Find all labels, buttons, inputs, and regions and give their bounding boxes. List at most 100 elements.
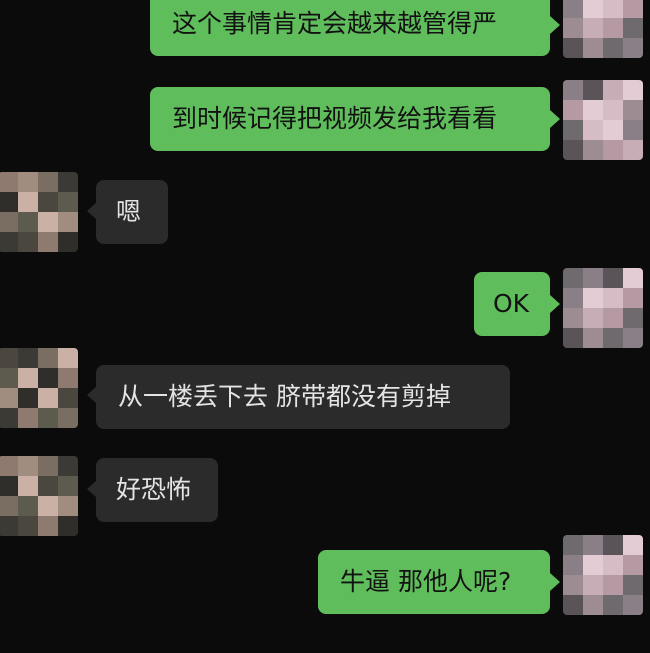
avatar-mosaic-tile (563, 100, 583, 120)
avatar-mosaic-tile (623, 328, 643, 348)
avatar-mosaic-tile (58, 456, 78, 476)
avatar-mosaic-tile (563, 18, 583, 38)
avatar-mosaic-tile (58, 192, 78, 212)
blurred-avatar-icon[interactable] (563, 268, 643, 348)
message-bubble-outgoing[interactable]: OK (474, 272, 550, 336)
avatar-mosaic-tile (0, 496, 18, 516)
avatar-mosaic-tile (583, 555, 603, 575)
avatar-mosaic-tile (0, 192, 18, 212)
avatar-mosaic-tile (563, 288, 583, 308)
blurred-avatar-icon[interactable] (563, 80, 643, 160)
bubble-tail (550, 16, 560, 34)
message-bubble-outgoing[interactable]: 到时候记得把视频发给我看看 (150, 87, 550, 151)
message-text: 嗯 (116, 197, 142, 226)
avatar-mosaic-tile (38, 496, 58, 516)
bubble-tail (550, 295, 560, 313)
avatar-mosaic-tile (583, 288, 603, 308)
avatar-mosaic-tile (583, 595, 603, 615)
message-bubble-incoming[interactable]: 从一楼丢下去 脐带都没有剪掉 (96, 365, 510, 429)
avatar-mosaic-tile (583, 120, 603, 140)
avatar-mosaic-tile (58, 232, 78, 252)
avatar-mosaic-tile (623, 100, 643, 120)
avatar-mosaic-tile (623, 140, 643, 160)
message-text: 从一楼丢下去 脐带都没有剪掉 (118, 382, 451, 411)
avatar-mosaic-tile (583, 38, 603, 58)
avatar-mosaic-tile (603, 328, 623, 348)
avatar-mosaic-tile (623, 575, 643, 595)
avatar-mosaic-tile (38, 212, 58, 232)
avatar-mosaic-tile (18, 368, 38, 388)
avatar-mosaic-tile (563, 38, 583, 58)
avatar-mosaic-tile (563, 328, 583, 348)
avatar-mosaic-tile (18, 496, 38, 516)
message-text: 好恐怖 (116, 475, 192, 504)
avatar-mosaic-tile (603, 535, 623, 555)
avatar-mosaic-tile (563, 140, 583, 160)
avatar-mosaic-tile (0, 476, 18, 496)
avatar-mosaic-tile (18, 232, 38, 252)
avatar-mosaic-tile (18, 476, 38, 496)
avatar-mosaic-tile (563, 308, 583, 328)
avatar-mosaic-tile (603, 268, 623, 288)
chat-conversation[interactable]: 这个事情肯定会越来越管得严 到时候记得把视频发给我看看 嗯 OK 从一楼丢下去 … (0, 0, 650, 653)
avatar-mosaic-tile (38, 456, 58, 476)
avatar-mosaic-tile (38, 408, 58, 428)
avatar-mosaic-tile (58, 388, 78, 408)
avatar-mosaic-tile (583, 268, 603, 288)
blurred-avatar-icon[interactable] (0, 456, 78, 536)
avatar-mosaic-tile (0, 388, 18, 408)
avatar-mosaic-tile (623, 555, 643, 575)
avatar-mosaic-tile (0, 172, 18, 192)
avatar-mosaic-tile (58, 516, 78, 536)
blurred-avatar-icon[interactable] (0, 348, 78, 428)
avatar-mosaic-tile (563, 80, 583, 100)
avatar-mosaic-tile (563, 595, 583, 615)
bubble-tail (550, 573, 560, 591)
avatar-mosaic-tile (18, 212, 38, 232)
avatar-mosaic-tile (58, 368, 78, 388)
avatar-mosaic-tile (603, 18, 623, 38)
avatar-mosaic-tile (58, 496, 78, 516)
avatar-mosaic-tile (38, 172, 58, 192)
avatar-mosaic-tile (563, 268, 583, 288)
avatar-mosaic-tile (58, 348, 78, 368)
avatar-mosaic-tile (38, 348, 58, 368)
avatar-mosaic-tile (583, 308, 603, 328)
avatar-mosaic-tile (38, 388, 58, 408)
avatar-mosaic-tile (603, 555, 623, 575)
message-bubble-outgoing[interactable]: 牛逼 那他人呢? (318, 550, 550, 614)
avatar-mosaic-tile (623, 268, 643, 288)
message-bubble-incoming[interactable]: 嗯 (96, 180, 168, 244)
blurred-avatar-icon[interactable] (563, 535, 643, 615)
avatar-mosaic-tile (583, 100, 603, 120)
avatar-mosaic-tile (603, 140, 623, 160)
avatar-mosaic-tile (603, 308, 623, 328)
avatar-mosaic-tile (623, 0, 643, 18)
avatar-mosaic-tile (623, 38, 643, 58)
message-text: 这个事情肯定会越来越管得严 (172, 9, 498, 38)
avatar-mosaic-tile (603, 288, 623, 308)
avatar-mosaic-tile (583, 535, 603, 555)
avatar-mosaic-tile (563, 535, 583, 555)
blurred-avatar-icon[interactable] (0, 172, 78, 252)
avatar-mosaic-tile (38, 368, 58, 388)
avatar-mosaic-tile (603, 0, 623, 18)
message-bubble-outgoing[interactable]: 这个事情肯定会越来越管得严 (150, 0, 550, 56)
avatar-mosaic-tile (38, 192, 58, 212)
avatar-mosaic-tile (18, 516, 38, 536)
avatar-mosaic-tile (38, 232, 58, 252)
message-bubble-incoming[interactable]: 好恐怖 (96, 458, 218, 522)
avatar-mosaic-tile (623, 288, 643, 308)
avatar-mosaic-tile (18, 388, 38, 408)
avatar-mosaic-tile (0, 456, 18, 476)
bubble-tail (550, 110, 560, 128)
avatar-mosaic-tile (623, 308, 643, 328)
avatar-mosaic-tile (583, 328, 603, 348)
avatar-mosaic-tile (603, 100, 623, 120)
avatar-mosaic-tile (0, 516, 18, 536)
blurred-avatar-icon[interactable] (563, 0, 643, 58)
avatar-mosaic-tile (583, 575, 603, 595)
avatar-mosaic-tile (603, 595, 623, 615)
avatar-mosaic-tile (18, 408, 38, 428)
avatar-mosaic-tile (58, 476, 78, 496)
